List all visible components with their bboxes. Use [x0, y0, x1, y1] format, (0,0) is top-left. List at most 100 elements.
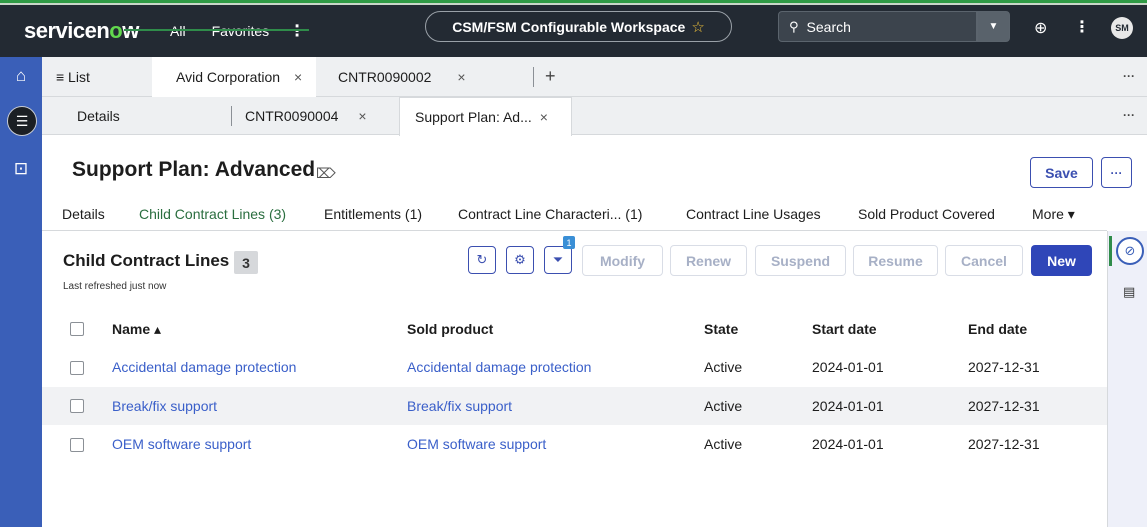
contextual-side-panel [1107, 231, 1147, 527]
workspace-label: CSM/FSM Configurable Workspace [452, 18, 686, 35]
page-title: Support Plan: Advanced [72, 158, 316, 181]
tab-contract-line-usages[interactable]: Contract Line Usages [686, 206, 821, 222]
tab-divider [231, 106, 232, 126]
subtab-support-plan[interactable]: Support Plan: Ad... × [399, 97, 572, 136]
document-icon[interactable]: ▤ [1123, 284, 1135, 300]
new-button[interactable]: New [1031, 245, 1092, 276]
list-icon[interactable]: ☰ [7, 106, 37, 136]
search-scope-dropdown[interactable]: ▼ [977, 11, 1010, 42]
row-start-date: 2024-01-01 [812, 398, 884, 414]
tab-sold-product-covered[interactable]: Sold Product Covered [858, 206, 995, 222]
tab-label: Support Plan: Ad... [415, 109, 532, 125]
logo-o: o [109, 18, 123, 43]
nav-favorites[interactable]: Favorites [212, 23, 270, 39]
renew-button[interactable]: Renew [670, 245, 747, 276]
refresh-button[interactable]: ↻ [468, 246, 496, 274]
nav-all[interactable]: All [170, 23, 186, 39]
tab-label: Avid Corporation [176, 69, 281, 85]
close-icon[interactable]: × [457, 69, 465, 85]
column-header-end-date[interactable]: End date [968, 321, 1027, 337]
row-start-date: 2024-01-01 [812, 436, 884, 452]
row-sold-product-link[interactable]: Accidental damage protection [407, 359, 591, 375]
close-icon[interactable]: × [294, 69, 302, 85]
related-list-title: Child Contract Lines [63, 251, 230, 270]
row-end-date: 2027-12-31 [968, 436, 1040, 452]
tab-contract-line-characteristics[interactable]: Contract Line Characteri... (1) [458, 206, 642, 222]
row-state: Active [704, 359, 743, 375]
tab-label: CNTR0090002 [338, 69, 432, 85]
servicenow-logo[interactable]: servicenow [24, 18, 170, 44]
tab-label: ≡ List [56, 69, 90, 85]
subtabs-overflow-icon[interactable]: ··· [1123, 108, 1135, 122]
active-tab-indicator [124, 29, 309, 31]
filter-count-badge: 1 [563, 236, 575, 249]
row-checkbox[interactable] [70, 361, 84, 375]
select-all-checkbox[interactable] [70, 322, 84, 336]
row-name-link[interactable]: Break/fix support [112, 398, 217, 414]
globe-icon[interactable]: ⊕ [1034, 18, 1047, 38]
close-icon[interactable]: × [358, 108, 366, 124]
row-name-link[interactable]: Accidental damage protection [112, 359, 296, 375]
tag-icon[interactable]: ⌦ [316, 165, 336, 182]
add-tab-icon[interactable]: + [545, 66, 556, 87]
row-state: Active [704, 398, 743, 414]
cancel-button[interactable]: Cancel [945, 245, 1023, 276]
column-header-state[interactable]: State [704, 321, 738, 337]
column-header-name[interactable]: Name ▴ [112, 321, 161, 338]
search-icon: ⚲ [789, 18, 799, 34]
last-refreshed-text: Last refreshed just now [63, 281, 167, 292]
tabs-overflow-icon[interactable]: ··· [1123, 69, 1135, 83]
row-sold-product-link[interactable]: Break/fix support [407, 398, 512, 414]
global-search-input[interactable]: ⚲ Search [778, 11, 977, 42]
chevron-down-icon: ▼ [988, 21, 999, 32]
workspace-switcher[interactable]: CSM/FSM Configurable Workspace ☆ [425, 11, 732, 42]
row-end-date: 2027-12-31 [968, 398, 1040, 414]
modify-button[interactable]: Modify [582, 245, 663, 276]
accent-bar [0, 0, 1147, 3]
avatar[interactable]: SM [1111, 17, 1133, 39]
subtab-cntr0090004[interactable]: CNTR0090004 × [245, 97, 367, 135]
tab-entitlements[interactable]: Entitlements (1) [324, 206, 422, 222]
refresh-icon: ↻ [476, 252, 488, 267]
search-placeholder: Search [806, 18, 851, 35]
close-icon[interactable]: × [540, 109, 548, 125]
tab-label: CNTR0090004 [245, 108, 339, 124]
settings-icon: ⚙ [514, 252, 526, 267]
row-start-date: 2024-01-01 [812, 359, 884, 375]
secondary-tab-bar: Details CNTR0090004 × Support Plan: Ad...… [42, 97, 1147, 136]
resume-button[interactable]: Resume [853, 245, 938, 276]
tab-label: Details [77, 108, 120, 124]
tab-cntr0090002[interactable]: CNTR0090002 × [338, 57, 466, 97]
row-checkbox[interactable] [70, 438, 84, 452]
nav-more-icon[interactable]: ⋮ [289, 21, 305, 41]
tab-divider [533, 67, 534, 87]
logo-text: servicen [24, 18, 110, 43]
tab-more[interactable]: More ▾ [1032, 206, 1075, 223]
related-list-tabs: Details Child Contract Lines (3) Entitle… [42, 200, 1107, 231]
active-panel-indicator [1109, 236, 1112, 266]
filter-button[interactable]: ⏷ [544, 246, 572, 274]
column-header-start-date[interactable]: Start date [812, 321, 877, 337]
star-icon[interactable]: ☆ [691, 18, 704, 36]
count-badge: 3 [234, 251, 258, 274]
row-sold-product-link[interactable]: OEM software support [407, 436, 546, 452]
tab-details[interactable]: Details [62, 206, 105, 222]
tab-list[interactable]: ≡ List [56, 57, 90, 97]
more-actions-button[interactable]: ··· [1101, 157, 1132, 188]
row-end-date: 2027-12-31 [968, 359, 1040, 375]
row-name-link[interactable]: OEM software support [112, 436, 251, 452]
filter-icon: ⏷ [552, 252, 564, 267]
row-state: Active [704, 436, 743, 452]
attachment-icon[interactable]: ⊘ [1116, 237, 1144, 265]
tab-avid-corporation[interactable]: Avid Corporation × [152, 57, 316, 97]
suspend-button[interactable]: Suspend [755, 245, 846, 276]
header-more-icon[interactable]: ⋮ [1074, 17, 1090, 37]
column-header-sold-product[interactable]: Sold product [407, 321, 493, 337]
row-checkbox[interactable] [70, 399, 84, 413]
save-button[interactable]: Save [1030, 157, 1093, 188]
inbox-icon[interactable]: ⊡ [0, 159, 42, 179]
tab-child-contract-lines[interactable]: Child Contract Lines (3) [139, 206, 286, 222]
subtab-details[interactable]: Details [77, 97, 120, 135]
list-settings-button[interactable]: ⚙ [506, 246, 534, 274]
home-icon[interactable]: ⌂ [0, 66, 42, 86]
